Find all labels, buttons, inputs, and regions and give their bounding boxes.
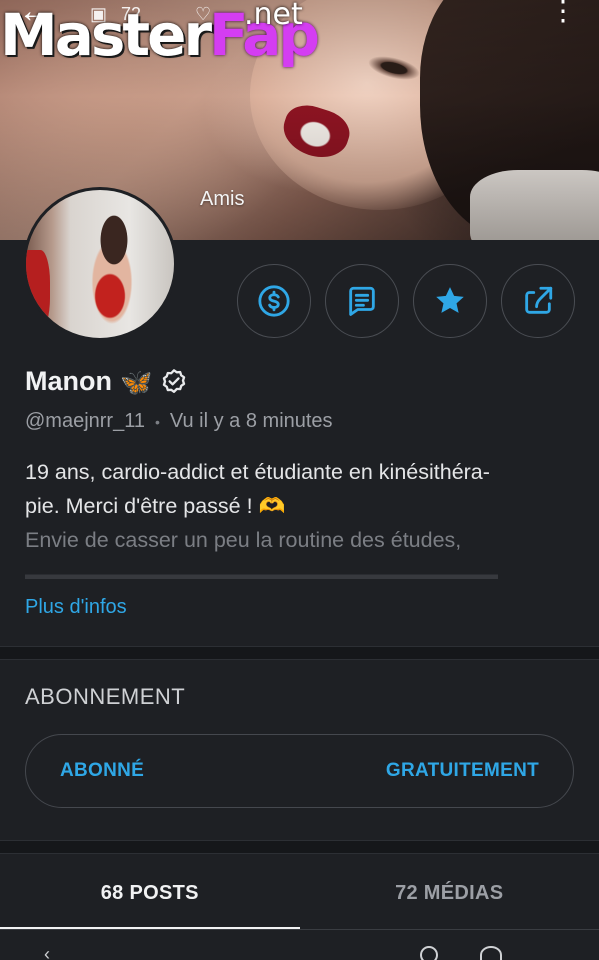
section-divider <box>0 646 599 660</box>
share-icon <box>525 286 553 314</box>
subscription-status: ABONNÉ <box>60 760 145 781</box>
profile-handle: @maejnrr_11 <box>25 410 145 432</box>
profile-actions <box>237 264 575 338</box>
handle-row: @maejnrr_11 • Vu il y a 8 minutes <box>25 410 333 433</box>
bio-line: Envie de casser un peu la routine des ét… <box>25 528 462 552</box>
subscribe-button[interactable]: ABONNÉ GRATUITEMENT <box>25 734 574 808</box>
profile-name-row: Manon 🦋 <box>25 366 188 397</box>
bio-line-truncated: ▬▬▬▬▬▬▬▬▬▬▬▬▬▬▬▬▬▬▬▬▬▬ <box>25 562 498 579</box>
tab-media[interactable]: 72 MÉDIAS <box>300 856 599 930</box>
message-icon <box>349 286 375 316</box>
subscription-price: GRATUITEMENT <box>385 760 539 781</box>
avatar[interactable] <box>23 187 177 341</box>
butterfly-emoji: 🦋 <box>120 366 153 397</box>
verified-badge-icon <box>160 368 188 396</box>
tip-button[interactable] <box>237 264 311 338</box>
bio-line: pie. Merci d'être passé ! 🫶 <box>25 494 286 518</box>
bio-line: 19 ans, cardio-addict et étudiante en ki… <box>25 460 490 484</box>
separator-dot: • <box>154 413 160 430</box>
watermark-logo: MasterFap .net <box>0 0 320 69</box>
section-divider <box>0 840 599 854</box>
dollar-circle-icon <box>258 285 290 317</box>
favorite-button[interactable] <box>413 264 487 338</box>
star-icon <box>436 287 464 313</box>
last-seen: Vu il y a 8 minutes <box>169 410 333 432</box>
filter-icon[interactable] <box>480 946 502 960</box>
profile-bio: 19 ans, cardio-addict et étudiante en ki… <box>25 455 575 579</box>
more-info-link[interactable]: Plus d'infos <box>25 596 127 619</box>
arrow-icon[interactable]: ‹ <box>44 944 50 960</box>
message-button[interactable] <box>325 264 399 338</box>
subscription-title: ABONNEMENT <box>25 684 186 709</box>
search-icon[interactable] <box>420 946 438 960</box>
more-options-icon[interactable]: ⋮ <box>549 0 577 27</box>
profile-name: Manon <box>25 366 112 396</box>
feed-toolbar-peek: ‹ <box>0 944 599 960</box>
cover-label: Amis <box>200 188 245 210</box>
content-tabs: 68 POSTS 72 MÉDIAS <box>0 856 599 930</box>
share-button[interactable] <box>501 264 575 338</box>
tab-posts[interactable]: 68 POSTS <box>0 856 300 930</box>
